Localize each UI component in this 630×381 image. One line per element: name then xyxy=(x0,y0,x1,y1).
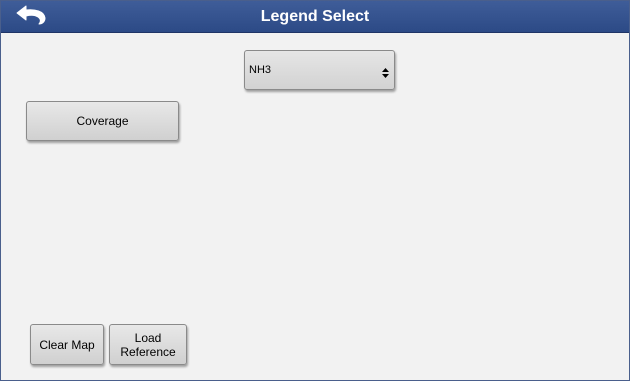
clear-map-button[interactable]: Clear Map xyxy=(30,324,104,365)
back-button[interactable] xyxy=(9,5,53,29)
load-reference-button[interactable]: Load Reference xyxy=(109,324,187,365)
legend-select-window: Legend Select NH3 Coverage Clear Map Loa… xyxy=(0,0,630,381)
up-down-arrows-icon xyxy=(382,65,389,78)
coverage-button[interactable]: Coverage xyxy=(26,101,179,141)
page-title: Legend Select xyxy=(260,8,370,25)
content-area: NH3 Coverage Clear Map Load Reference xyxy=(1,33,629,380)
legend-select-dropdown[interactable]: NH3 xyxy=(244,50,395,90)
back-arrow-icon xyxy=(13,4,49,31)
legend-select-value: NH3 xyxy=(249,64,272,76)
title-bar: Legend Select xyxy=(1,1,629,33)
